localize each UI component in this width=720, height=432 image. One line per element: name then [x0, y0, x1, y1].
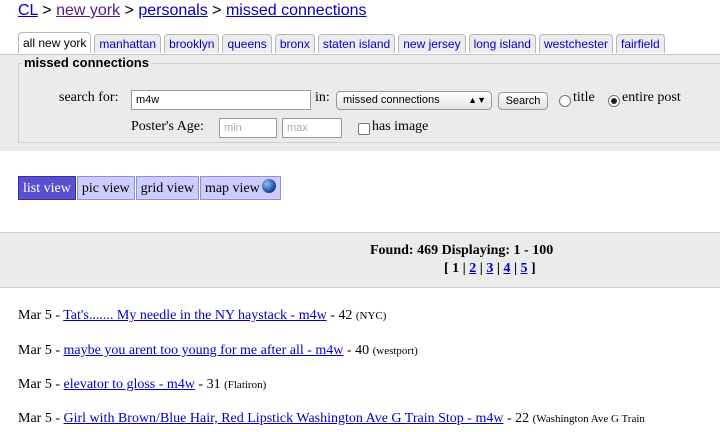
- tab-staten-island[interactable]: staten island: [317, 34, 396, 53]
- listing-location: (Washington Ave G Train: [532, 413, 645, 425]
- page-link[interactable]: 5: [521, 261, 528, 276]
- pic-view-button[interactable]: pic view: [76, 176, 135, 200]
- listing-row: Mar 5 - Girl with Brown/Blue Hair, Red L…: [18, 411, 645, 427]
- listing-age: - 42: [326, 308, 356, 323]
- listing-row: Mar 5 - maybe you arent too young for me…: [18, 343, 418, 359]
- listing-title-link[interactable]: Tat's....... My needle in the NY haystac…: [63, 308, 326, 323]
- listing-age: - 40: [343, 343, 373, 358]
- tab-fairfield[interactable]: fairfield: [616, 34, 665, 53]
- min-age-input[interactable]: min: [219, 118, 277, 138]
- tab-new-jersey[interactable]: new jersey: [398, 34, 466, 53]
- radio-title[interactable]: [559, 95, 571, 107]
- listing-date: Mar 5 -: [18, 411, 64, 426]
- search-legend: missed connections: [21, 55, 152, 70]
- tab-westchester[interactable]: westchester: [538, 34, 613, 53]
- globe-icon: [261, 179, 276, 193]
- grid-view-button[interactable]: grid view: [135, 176, 199, 200]
- pagination: [ 1 | 2 | 3 | 4 | 5 ]: [444, 261, 536, 276]
- max-age-input[interactable]: max: [282, 118, 342, 138]
- tab-manhattan[interactable]: manhattan: [94, 34, 162, 53]
- page-link[interactable]: 4: [503, 261, 510, 276]
- breadcrumb-separator: >: [120, 2, 139, 19]
- listing-age: - 22: [503, 411, 533, 426]
- listing-location: (NYC): [355, 310, 387, 322]
- list-view-button[interactable]: list view: [18, 176, 76, 200]
- listing-date: Mar 5 -: [18, 377, 64, 392]
- category-select[interactable]: missed connections ▲▼: [336, 91, 492, 110]
- search-input[interactable]: m4w: [131, 90, 311, 110]
- has-image-label: has image: [372, 119, 429, 134]
- breadcrumb-separator: >: [207, 2, 226, 19]
- listing-age: - 31: [194, 377, 225, 392]
- area-tabs: all new york manhattan brooklyn queens bronx…: [18, 32, 668, 54]
- listing-title-link[interactable]: Girl with Brown/Blue Hair, Red Lipstick …: [64, 411, 504, 426]
- tab-queens[interactable]: queens: [222, 34, 272, 53]
- search-button[interactable]: Search: [498, 92, 548, 110]
- page-link[interactable]: 3: [486, 261, 493, 276]
- listing-date: Mar 5 -: [18, 308, 64, 323]
- listing-row: Mar 5 - Tat's....... My needle in the NY…: [18, 308, 386, 324]
- breadcrumb-cl-link[interactable]: CL: [18, 2, 38, 19]
- tab-long-island[interactable]: long island: [468, 34, 536, 53]
- breadcrumb: CL > new york > personals > missed conne…: [18, 2, 366, 20]
- map-view-button[interactable]: map view: [199, 176, 281, 200]
- listing-date: Mar 5 -: [18, 343, 64, 358]
- results-summary: Found: 469 Displaying: 1 - 100 [ 1 | 2 |…: [0, 232, 720, 288]
- breadcrumb-separator: >: [37, 2, 57, 19]
- tab-brooklyn[interactable]: brooklyn: [164, 34, 220, 53]
- has-image-checkbox[interactable]: [358, 123, 370, 135]
- listing-title-link[interactable]: elevator to gloss - m4w: [64, 377, 195, 392]
- select-arrows-icon: ▲▼: [468, 95, 486, 105]
- found-count: Found: 469 Displaying: 1 - 100: [370, 243, 554, 258]
- category-select-value: missed connections: [343, 94, 440, 106]
- tab-all-new-york[interactable]: all new york: [18, 32, 92, 53]
- view-switcher: list view pic view grid view map view: [18, 176, 282, 202]
- search-panel: missed connections search for: m4w in: m…: [0, 54, 720, 151]
- listing-location: (Flatiron): [224, 379, 267, 391]
- listing-row: Mar 5 - elevator to gloss - m4w - 31 (Fl…: [18, 377, 266, 393]
- breadcrumb-category-link[interactable]: missed connections: [226, 2, 367, 19]
- breadcrumb-city-link[interactable]: new york: [56, 2, 120, 19]
- listing-title-link[interactable]: maybe you arent too young for me after a…: [64, 343, 344, 358]
- in-label: in:: [315, 90, 330, 105]
- radio-entire-post-label: entire post: [622, 90, 681, 105]
- tab-bronx[interactable]: bronx: [274, 34, 315, 53]
- posters-age-label: Poster's Age:: [131, 119, 204, 134]
- page-current: 1: [452, 261, 460, 276]
- breadcrumb-section-link[interactable]: personals: [138, 2, 207, 19]
- radio-title-label: title: [573, 90, 595, 105]
- search-fieldset: missed connections search for: m4w in: m…: [18, 55, 720, 143]
- listing-location: (westport): [372, 345, 418, 357]
- map-view-label: map view: [204, 181, 260, 196]
- page-link[interactable]: 2: [469, 261, 476, 276]
- search-for-label: search for:: [59, 90, 119, 105]
- radio-entire-post[interactable]: [608, 95, 620, 107]
